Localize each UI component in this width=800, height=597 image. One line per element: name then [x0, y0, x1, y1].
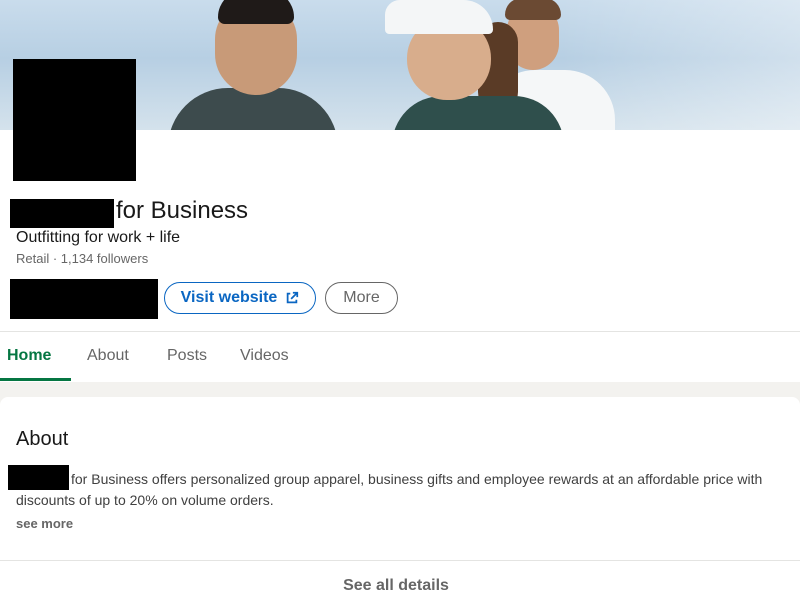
visit-website-label: Visit website [180, 289, 278, 306]
follow-button-redacted[interactable] [10, 279, 158, 319]
about-heading: About [16, 428, 69, 450]
tab-about[interactable]: About [87, 346, 129, 366]
company-tagline: Outfitting for work + life [16, 229, 181, 246]
more-button[interactable]: More [325, 282, 398, 314]
tab-home[interactable]: Home [7, 346, 51, 366]
more-label: More [343, 289, 380, 306]
external-link-icon [285, 291, 299, 305]
company-name: for Business [116, 197, 249, 224]
about-divider [0, 560, 800, 561]
tab-posts[interactable]: Posts [167, 346, 207, 366]
company-meta: Retail · 1,134 followers [16, 251, 149, 266]
active-tab-indicator [0, 378, 71, 381]
see-more-link[interactable]: see more [16, 515, 73, 532]
tabs-divider [0, 331, 800, 332]
about-description: for Business offers personalized group a… [16, 471, 763, 508]
tab-videos[interactable]: Videos [240, 346, 289, 366]
company-logo-redacted [13, 59, 136, 181]
visit-website-button[interactable]: Visit website [164, 282, 316, 314]
see-all-details-link[interactable]: See all details [0, 576, 792, 596]
company-name-redaction [10, 199, 114, 228]
